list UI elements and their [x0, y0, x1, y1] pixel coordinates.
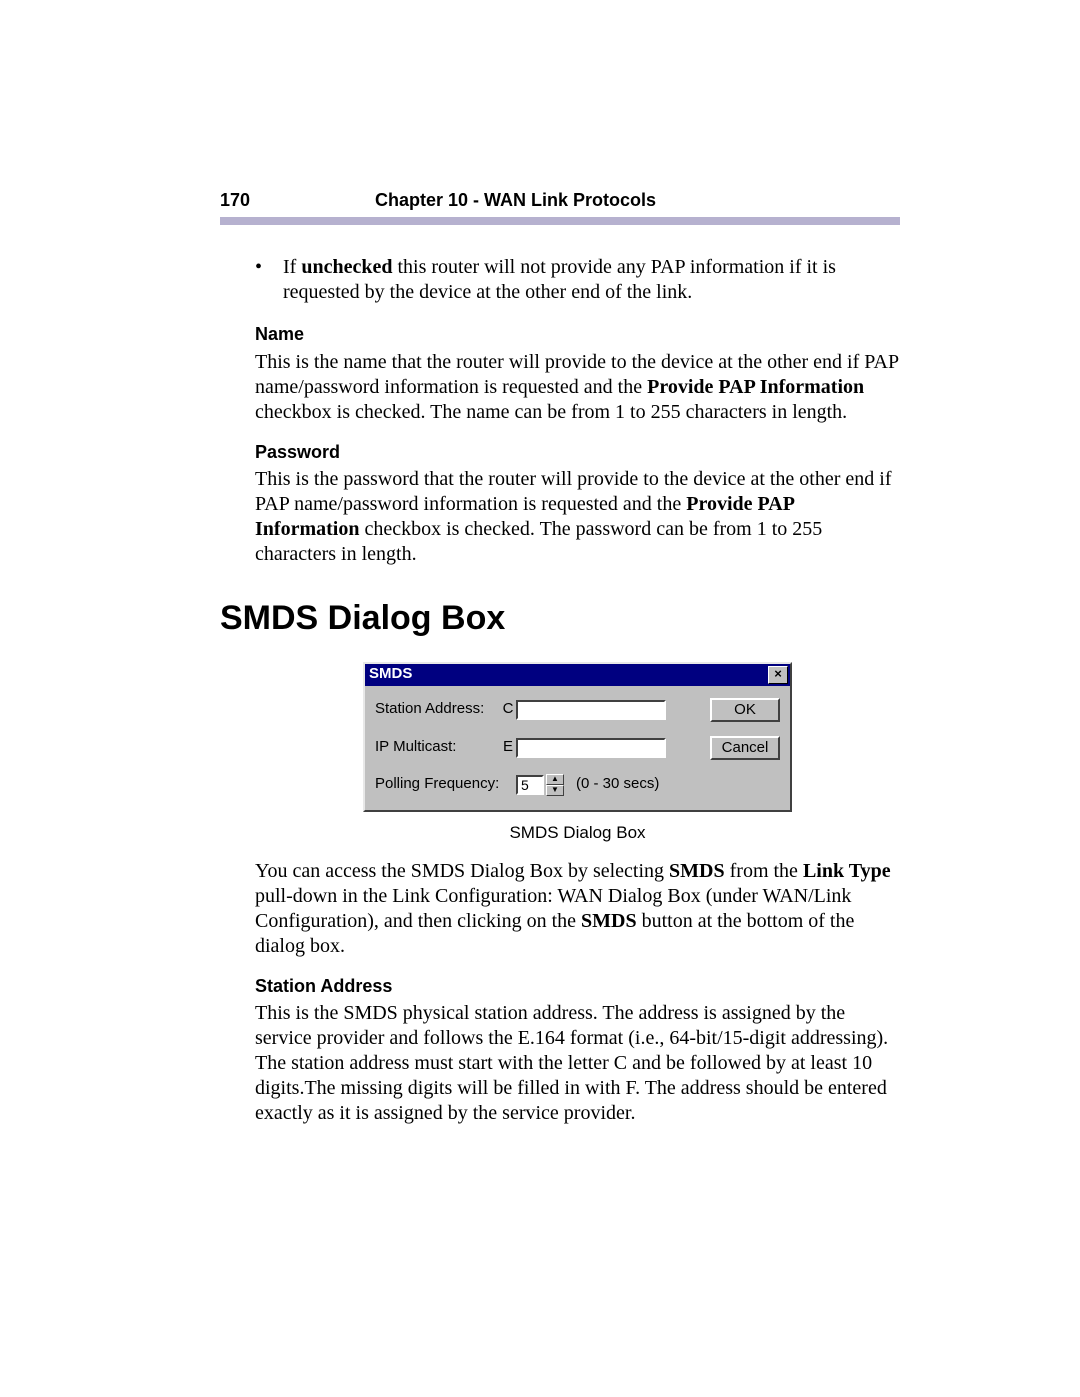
polling-cell: ▲ ▼ (0 - 30 secs)	[516, 774, 780, 796]
close-button[interactable]: ×	[768, 666, 788, 684]
text: checkbox is checked. The name can be fro…	[255, 401, 847, 423]
paragraph-password: This is the password that the router wil…	[255, 467, 900, 567]
dialog-container: SMDS × Station Address: C OK IP Multicas…	[255, 662, 900, 812]
section-title: SMDS Dialog Box	[220, 597, 900, 640]
text: If	[283, 256, 301, 278]
ok-button[interactable]: OK	[710, 698, 780, 722]
text-bold: SMDS	[669, 860, 725, 882]
text-bold: Link Type	[803, 860, 891, 882]
text: You can access the SMDS Dialog Box by se…	[255, 860, 669, 882]
polling-range-label: (0 - 30 secs)	[576, 775, 659, 794]
page-number: 170	[220, 190, 375, 211]
text: This is the password that the router wil…	[255, 468, 892, 515]
chapter-title: Chapter 10 - WAN Link Protocols	[375, 190, 900, 211]
station-address-label: Station Address:	[375, 700, 500, 719]
station-address-input[interactable]	[516, 700, 666, 720]
header-rule	[220, 217, 900, 227]
spinner-up-button[interactable]: ▲	[546, 774, 564, 785]
bullet-text: If unchecked this router will not provid…	[283, 255, 900, 305]
smds-dialog: SMDS × Station Address: C OK IP Multicas…	[363, 662, 792, 812]
paragraph-access: You can access the SMDS Dialog Box by se…	[255, 859, 900, 959]
dialog-title: SMDS	[369, 665, 768, 684]
subheading-password: Password	[255, 441, 900, 464]
page-header: 170 Chapter 10 - WAN Link Protocols	[220, 190, 900, 211]
figure-caption: SMDS Dialog Box	[255, 822, 900, 843]
paragraph-station-address: This is the SMDS physical station addres…	[255, 1001, 900, 1126]
text-bold: SMDS	[581, 910, 637, 932]
bullet-list: • If unchecked this router will not prov…	[255, 255, 900, 305]
text: from the	[725, 860, 803, 882]
paragraph-name: This is the name that the router will pr…	[255, 350, 900, 425]
dialog-titlebar: SMDS ×	[365, 664, 790, 686]
ip-multicast-input[interactable]	[516, 738, 666, 758]
dialog-body: Station Address: C OK IP Multicast: E Ca…	[365, 686, 790, 810]
bullet-item: • If unchecked this router will not prov…	[255, 255, 900, 305]
text-bold: unchecked	[301, 256, 392, 278]
cancel-button[interactable]: Cancel	[710, 736, 780, 760]
polling-spinner: ▲ ▼	[546, 774, 564, 796]
subheading-station-address: Station Address	[255, 975, 900, 998]
bullet-marker: •	[255, 255, 283, 305]
body-column: • If unchecked this router will not prov…	[255, 255, 900, 1126]
polling-frequency-label: Polling Frequency:	[375, 775, 500, 794]
page: 170 Chapter 10 - WAN Link Protocols • If…	[0, 0, 1080, 1397]
station-address-prefix: C	[500, 700, 516, 719]
text-bold: Provide PAP Information	[647, 376, 864, 398]
spinner-down-button[interactable]: ▼	[546, 785, 564, 796]
ip-multicast-label: IP Multicast:	[375, 738, 500, 757]
polling-frequency-input[interactable]	[516, 775, 544, 795]
subheading-name: Name	[255, 323, 900, 346]
ip-multicast-prefix: E	[500, 738, 516, 757]
